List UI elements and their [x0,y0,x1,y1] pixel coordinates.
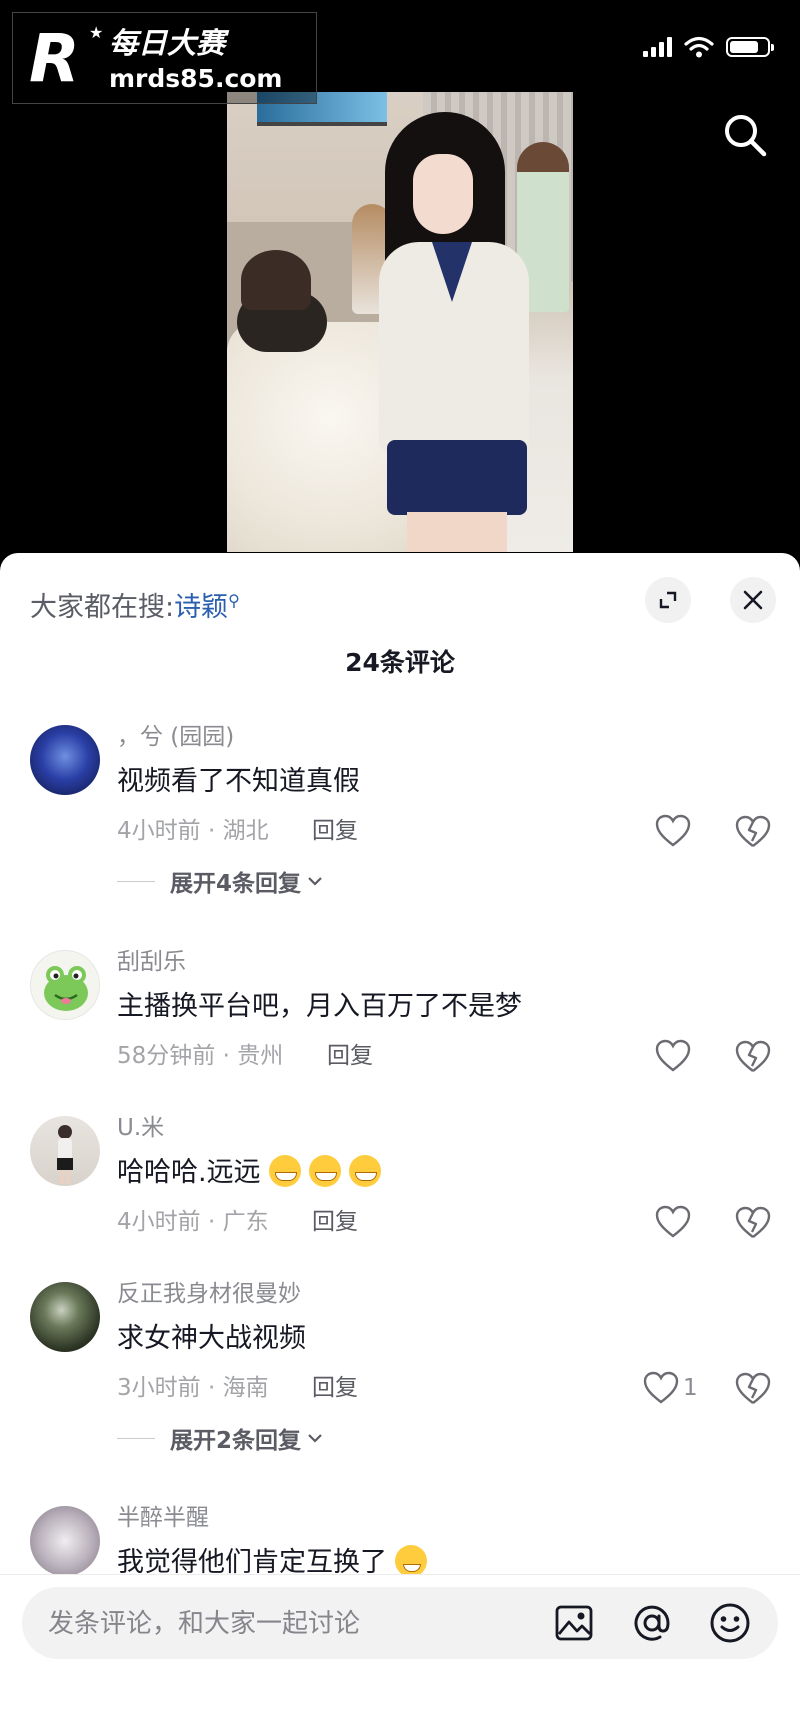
trending-keyword-link[interactable]: 诗颖⚲ [174,591,240,623]
reply-button[interactable]: 回复 [327,1040,373,1072]
avatar[interactable] [30,1116,100,1186]
comment-text: 视频看了不知道真假 [117,766,360,797]
chevron-down-icon [308,1434,322,1443]
expand-replies-label: 展开4条回复 [170,871,302,897]
reply-button[interactable]: 回复 [312,1206,358,1238]
comment-username[interactable]: U.米 [117,1112,164,1144]
dislike-heart-icon[interactable] [733,811,773,851]
star-icon: ★ [89,23,104,42]
comment-username[interactable]: 半醉半醒 [117,1502,209,1534]
like-button[interactable] [655,811,695,851]
watermark-letter: R [29,20,80,97]
grin-emoji [268,1155,301,1187]
signal-icon [643,37,672,57]
watermark-logo: R ★ 每日大赛 mrds85.com [12,12,317,104]
heart-icon [655,814,691,847]
image-icon[interactable] [552,1601,596,1645]
dislike-heart-icon[interactable] [733,1368,773,1408]
reply-button[interactable]: 回复 [312,815,358,847]
trending-search: 大家都在搜:诗颖⚲ [30,581,240,628]
comment-input-bar [0,1574,800,1732]
comment-panel: 大家都在搜:诗颖⚲ 24条评论 ，兮 (园园) 视频看了不知道真假 4小时前 ·… [0,553,800,1731]
video-scene-face [413,154,473,234]
trending-keyword: 诗颖 [174,592,229,623]
close-icon [743,590,763,610]
status-bar [643,32,774,62]
avatar[interactable] [30,725,100,795]
comment-meta: 4小时前 · 广东 [117,1209,269,1235]
grin-emoji [348,1155,381,1187]
trending-prefix: 大家都在搜: [30,592,175,623]
comment-text: 求女神大战视频 [117,1323,306,1354]
like-button[interactable]: 1 [643,1368,698,1408]
cry-laugh-emoji [395,1545,427,1577]
video-scene-shorts [387,440,527,515]
heart-icon [655,1205,691,1238]
comment-text: 主播换平台吧，月入百万了不是梦 [117,991,522,1022]
battery-icon [726,37,774,57]
chevron-down-icon [308,877,322,886]
at-icon[interactable] [630,1601,674,1645]
comment-username[interactable]: ，兮 (园园) [117,721,234,753]
video-area[interactable]: R ★ 每日大赛 mrds85.com [0,0,800,560]
frog-avatar-image [44,966,88,1011]
smiley-icon[interactable] [708,1601,752,1645]
heart-icon [655,1039,691,1072]
search-icon[interactable] [720,110,770,160]
like-button[interactable] [655,1036,695,1076]
like-button[interactable] [655,1202,695,1242]
comment-count: 24条评论 [345,648,455,677]
expand-replies-button[interactable]: 展开2条回复 [117,1422,323,1454]
comment-text-content: 哈哈哈.远远 [117,1157,261,1188]
avatar[interactable] [30,1506,100,1576]
comment-input-container[interactable] [22,1587,778,1661]
comment-meta: 3小时前 · 海南 [117,1375,269,1401]
dislike-heart-icon[interactable] [733,1202,773,1242]
video-scene-legs [407,512,507,552]
avatar[interactable] [30,1282,100,1352]
like-count: 1 [683,1375,698,1401]
grin-emoji [308,1155,341,1187]
expand-replies-label: 展开2条回复 [170,1428,302,1454]
comment-username[interactable]: 反正我身材很曼妙 [117,1278,301,1310]
expand-replies-button[interactable]: 展开4条回复 [117,865,323,897]
close-button[interactable] [730,577,776,623]
person-avatar-image [57,1125,73,1184]
comment-meta: 4小时前 · 湖北 [117,818,269,844]
comment-meta: 58分钟前 · 贵州 [117,1043,284,1069]
video-scene-person-head [241,250,311,310]
divider [117,1437,155,1439]
expand-icon [659,591,677,609]
reply-button[interactable]: 回复 [312,1372,358,1404]
expand-button[interactable] [645,577,691,623]
video-player[interactable] [227,92,573,552]
avatar[interactable] [30,950,100,1020]
dislike-heart-icon[interactable] [733,1036,773,1076]
wifi-icon [684,36,714,58]
comment-username[interactable]: 刮刮乐 [117,946,186,978]
comment-text: 哈哈哈.远远 [117,1154,381,1192]
comment-input[interactable] [46,1587,540,1661]
search-mini-icon: ⚲ [228,591,240,610]
divider [117,880,155,882]
watermark-url: mrds85.com [109,64,283,93]
watermark-title: 每日大赛 [109,26,226,60]
heart-icon [643,1371,679,1404]
